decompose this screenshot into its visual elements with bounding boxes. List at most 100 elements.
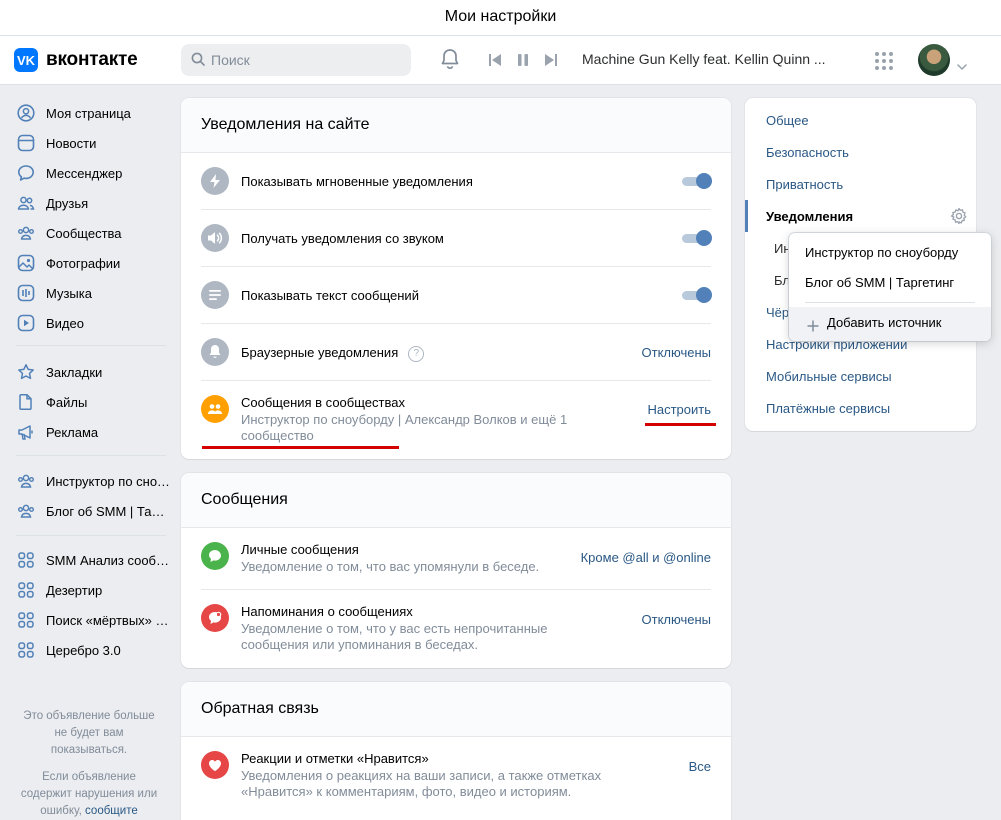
message-reminders-value[interactable]: Отключены	[642, 612, 711, 627]
megaphone-icon	[16, 422, 36, 442]
nav-label: Новости	[46, 135, 97, 151]
reactions-value[interactable]: Все	[689, 759, 711, 774]
setting-title: Личные сообщения	[241, 542, 359, 557]
apps-icon	[16, 550, 36, 570]
photo-icon	[16, 253, 36, 273]
nav-friends[interactable]: Друзья	[16, 190, 170, 216]
lightning-icon	[201, 167, 229, 195]
nav-label: Поиск «мёртвых» друзей	[46, 612, 170, 628]
nav-bookmarks[interactable]: Закладки	[16, 359, 170, 385]
nav-label: Фотографии	[46, 255, 121, 271]
settings-menu-notifications[interactable]: Уведомления	[766, 209, 853, 224]
add-source-label: Добавить источник	[827, 315, 942, 330]
notification-source-dropdown: Инструктор по сноуборду Блог об SMM | Та…	[789, 233, 991, 341]
now-playing-track[interactable]: Machine Gun Kelly feat. Kellin Quinn ...	[582, 51, 826, 67]
group-icon	[16, 501, 36, 521]
vk-logo[interactable]: VK вконтакте	[14, 48, 138, 72]
gear-icon[interactable]	[950, 207, 968, 229]
nav-communities[interactable]: Сообщества	[16, 220, 170, 246]
avatar[interactable]	[918, 44, 950, 76]
ad-report-link[interactable]: сообщите	[85, 805, 138, 817]
pause-icon[interactable]	[516, 52, 530, 71]
messages-card: Сообщения Личные сообщения Уведомление о…	[181, 473, 731, 668]
nav-messenger[interactable]: Мессенджер	[16, 160, 170, 186]
nav-app-cerebro[interactable]: Церебро 3.0	[16, 637, 170, 663]
reminder-icon	[201, 604, 229, 632]
logo-text: вконтакте	[46, 49, 138, 70]
settings-menu-security[interactable]: Безопасность	[766, 145, 849, 160]
add-source-button[interactable]: Добавить источник	[789, 307, 991, 341]
message-text-toggle[interactable]	[681, 287, 712, 303]
communities-icon	[16, 223, 36, 243]
help-icon[interactable]: ?	[408, 345, 425, 362]
nav-label: Блог об SMM | Таргетинг	[46, 503, 170, 519]
search-box[interactable]	[181, 44, 411, 76]
bell-icon[interactable]	[440, 48, 460, 74]
apps-icon	[16, 640, 36, 660]
settings-menu-mobile-services[interactable]: Мобильные сервисы	[766, 369, 892, 384]
setting-subtitle: Уведомление о том, что вас упомянули в б…	[241, 559, 540, 574]
nav-video[interactable]: Видео	[16, 310, 170, 336]
setting-row[interactable]: Показывать мгновенные уведомления	[201, 153, 712, 210]
settings-menu-blacklist[interactable]: Чёр	[766, 305, 789, 320]
chevron-down-icon[interactable]	[957, 56, 967, 75]
nav-label: Сообщества	[46, 225, 122, 241]
nav-divider	[16, 455, 166, 456]
highlight-underline	[645, 423, 716, 426]
window-title: Мои настройки	[0, 0, 1001, 36]
setting-row[interactable]: Реакции и отметки «Нравится» Уведомления…	[201, 737, 711, 817]
star-icon	[16, 362, 36, 382]
nav-label: Друзья	[46, 195, 89, 211]
feedback-card: Обратная связь Реакции и отметки «Нравит…	[181, 682, 731, 820]
top-header: VK вконтакте Machine Gun Kelly feat. Kel…	[0, 36, 1001, 85]
nav-news[interactable]: Новости	[16, 130, 170, 156]
nav-app-smm-analysis[interactable]: SMM Анализ сообществ	[16, 547, 170, 573]
sound-notifications-toggle[interactable]	[681, 230, 712, 246]
previous-track-icon[interactable]	[488, 52, 502, 71]
bell-icon	[201, 338, 229, 366]
vk-logo-icon: VK	[14, 48, 38, 72]
browser-notifications-value[interactable]: Отключены	[642, 345, 711, 360]
heart-icon	[201, 751, 229, 779]
setting-row[interactable]: Показывать текст сообщений	[201, 267, 712, 324]
nav-label: Инструктор по сноуборду	[46, 473, 170, 489]
nav-group-smm[interactable]: Блог об SMM | Таргетинг	[16, 498, 170, 524]
settings-menu-payment-services[interactable]: Платёжные сервисы	[766, 401, 890, 416]
setting-row[interactable]: Получать уведомления со звуком	[201, 210, 712, 267]
instant-notifications-toggle[interactable]	[681, 173, 712, 189]
nav-label: Реклама	[46, 424, 99, 440]
nav-photos[interactable]: Фотографии	[16, 250, 170, 276]
dropdown-item[interactable]: Инструктор по сноуборду	[805, 245, 977, 260]
nav-label: Закладки	[46, 364, 103, 380]
nav-files[interactable]: Файлы	[16, 389, 170, 415]
setting-subtitle: Уведомление о том, что у вас есть непроч…	[241, 621, 548, 652]
community-messages-icon	[201, 395, 229, 423]
nav-label: Церебро 3.0	[46, 642, 121, 658]
nav-label: SMM Анализ сообществ	[46, 552, 170, 568]
settings-menu-sub-2[interactable]: Бл	[774, 273, 790, 288]
settings-menu-privacy[interactable]: Приватность	[766, 177, 843, 192]
setting-row[interactable]: Напоминания о сообщениях Уведомление о т…	[201, 590, 711, 668]
settings-menu-general[interactable]: Общее	[766, 113, 809, 128]
site-notifications-title: Уведомления на сайте	[181, 98, 731, 153]
search-input[interactable]	[211, 52, 391, 68]
next-track-icon[interactable]	[544, 52, 558, 71]
nav-app-dead-friends[interactable]: Поиск «мёртвых» друзей	[16, 607, 170, 633]
nav-label: Дезертир	[46, 582, 103, 598]
text-icon	[201, 281, 229, 309]
nav-ads[interactable]: Реклама	[16, 419, 170, 445]
setting-row[interactable]: Браузерные уведомления? Отключены	[201, 324, 711, 381]
apps-icon	[16, 580, 36, 600]
setting-subtitle: Инструктор по сноуборду | Александр Волк…	[241, 412, 568, 443]
nav-group-snowboard[interactable]: Инструктор по сноуборду	[16, 468, 170, 494]
nav-app-dezertir[interactable]: Дезертир	[16, 577, 170, 603]
services-grid-icon[interactable]	[874, 51, 894, 75]
dropdown-item[interactable]: Блог об SMM | Таргетинг	[805, 275, 977, 290]
nav-label: Видео	[46, 315, 84, 331]
community-messages-configure-link[interactable]: Настроить	[647, 402, 711, 417]
nav-my-page[interactable]: Моя страница	[16, 100, 170, 126]
nav-music[interactable]: Музыка	[16, 280, 170, 306]
personal-messages-value[interactable]: Кроме @all и @online	[581, 550, 711, 565]
message-icon	[16, 163, 36, 183]
setting-row[interactable]: Личные сообщения Уведомление о том, что …	[201, 528, 711, 590]
